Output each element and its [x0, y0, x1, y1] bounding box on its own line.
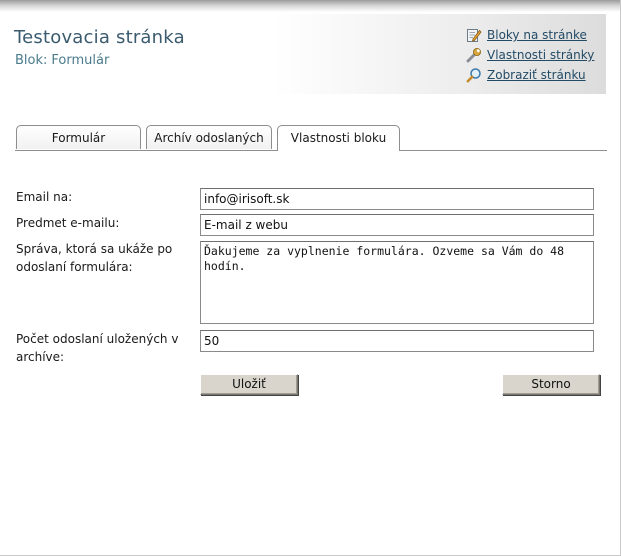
subject-field[interactable] [200, 214, 594, 236]
page-subtitle: Blok: Formulár [15, 53, 109, 68]
action-label: Vlastnosti stránky [487, 48, 595, 62]
action-blocks-on-page[interactable]: Bloky na stránke [466, 25, 594, 45]
archive-count-label: Počet odoslaní uložených v archíve: [16, 332, 179, 364]
subtitle-value: Formulár [51, 53, 110, 68]
message-label: Správa, ktorá sa ukáže po odoslaní formu… [16, 242, 173, 274]
save-button[interactable]: Uložiť [200, 374, 298, 395]
tab-bar: Formulár Archív odoslaných Vlastnosti bl… [15, 125, 607, 152]
subtitle-label: Blok: [15, 53, 48, 68]
tab-form[interactable]: Formulár [16, 125, 141, 149]
page-title: Testovacia stránka [14, 27, 185, 48]
email-label: Email na: [16, 190, 73, 204]
edit-pencil-icon [466, 27, 482, 43]
action-label: Bloky na stránke [487, 28, 587, 42]
tab-sent-archive[interactable]: Archív odoslaných [146, 125, 272, 149]
action-label: Zobraziť stránku [487, 68, 586, 82]
thank-you-message-textarea[interactable]: Ďakujeme za vyplnenie formulára. Ozveme … [200, 241, 594, 324]
subject-label: Predmet e-mailu: [16, 216, 120, 230]
cancel-button[interactable]: Storno [502, 374, 600, 395]
action-page-properties[interactable]: Vlastnosti stránky [466, 45, 594, 65]
tab-block-properties[interactable]: Vlastnosti bloku [277, 125, 400, 151]
header-actions: Bloky na stránke Vlastnosti stránky Zobr… [466, 25, 594, 85]
wrench-icon [466, 47, 482, 63]
archive-count-field[interactable] [200, 330, 594, 352]
top-shadow-bar [0, 0, 621, 12]
email-field[interactable] [200, 188, 594, 210]
action-view-page[interactable]: Zobraziť stránku [466, 65, 594, 85]
magnifier-icon [466, 67, 482, 83]
